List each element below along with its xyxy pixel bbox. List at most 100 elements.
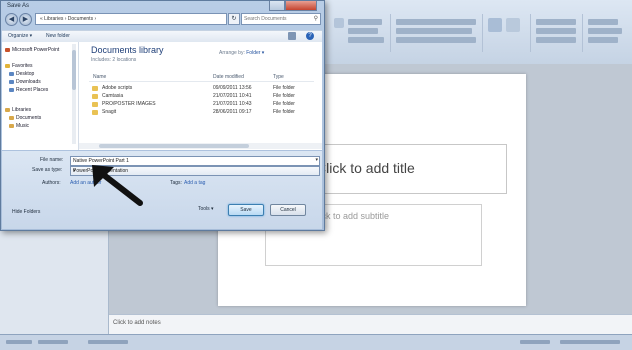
nav-item-recent-places[interactable]: Recent Places [9, 87, 48, 93]
nav-scroll-thumb[interactable] [72, 50, 76, 90]
authors-label: Authors: [42, 180, 61, 186]
font-row-1[interactable] [396, 19, 476, 25]
shape-effects-button[interactable] [536, 37, 576, 43]
file-name: Camtasia [102, 93, 124, 99]
notes-pane[interactable]: Click to add notes [109, 314, 632, 335]
address-row: ◀ ▶ « Libraries › Documents › ↻ ⚲ [5, 13, 321, 26]
file-date: 09/09/2011 13:56 [213, 85, 252, 91]
status-theme [38, 340, 68, 344]
save-as-dialog: Save As ◀ ▶ « Libraries › Documents › ↻ … [0, 0, 325, 231]
nav-item-powerpoint[interactable]: Microsoft PowerPoint [5, 47, 59, 53]
star-icon [5, 63, 10, 68]
file-row[interactable]: Snagit 28/06/2011 09:17 File folder [89, 109, 314, 116]
column-divider [89, 81, 314, 82]
file-date: 21/07/2011 10:43 [213, 101, 252, 107]
arrange-icon[interactable] [506, 18, 520, 32]
status-language [88, 340, 128, 344]
tools-button[interactable]: Tools ▾ [198, 206, 214, 212]
hide-folders-button[interactable]: Hide Folders [12, 209, 40, 215]
folder-icon [92, 110, 98, 115]
dialog-title: Save As [7, 3, 30, 9]
tags-label: Tags: [170, 180, 182, 186]
ribbon-group-layout [330, 14, 391, 52]
search-icon: ⚲ [313, 16, 318, 22]
chevron-down-icon[interactable]: ▾ [315, 157, 318, 163]
column-date-modified[interactable]: Date modified [213, 74, 244, 80]
file-date: 21/07/2011 10:41 [213, 93, 252, 99]
select-button[interactable] [588, 37, 618, 43]
file-pane: Documents library Includes: 2 locations … [79, 42, 322, 150]
cancel-button[interactable]: Cancel [270, 204, 306, 216]
arrange-by-value[interactable]: Folder ▾ [246, 50, 264, 56]
file-type: File folder [273, 109, 295, 115]
new-folder-button[interactable]: New folder [46, 33, 70, 39]
section-button[interactable] [348, 37, 384, 43]
views-icon[interactable] [288, 32, 296, 40]
nav-item-documents[interactable]: Documents [9, 115, 41, 121]
ribbon-group-drawing [484, 14, 531, 52]
tags-field[interactable]: Add a tag [184, 180, 205, 186]
forward-button[interactable]: ▶ [19, 13, 32, 26]
status-slide-count [6, 340, 32, 344]
ribbon-group-styles [532, 14, 583, 52]
shape-outline-button[interactable] [536, 28, 576, 34]
column-name[interactable]: Name [93, 74, 106, 80]
file-date: 28/06/2011 09:17 [213, 109, 252, 115]
folder-icon [92, 102, 98, 107]
font-row-2[interactable] [396, 28, 472, 34]
music-icon [9, 123, 14, 128]
save-as-type-label: Save as type: [32, 167, 63, 173]
search-box[interactable]: ⚲ [241, 13, 321, 25]
reset-button[interactable] [348, 28, 378, 34]
help-icon[interactable]: ? [306, 32, 314, 40]
nav-item-music[interactable]: Music [9, 123, 29, 129]
file-row[interactable]: Camtasia 21/07/2011 10:41 File folder [89, 93, 314, 100]
libraries-icon [5, 107, 10, 112]
title-placeholder-text: Click to add title [316, 160, 415, 176]
file-name: Snagit [102, 109, 117, 115]
nav-scrollbar[interactable] [72, 44, 76, 144]
save-button[interactable]: Save [228, 204, 264, 216]
library-subtitle[interactable]: Includes: 2 locations [91, 57, 136, 63]
refresh-icon[interactable]: ↻ [228, 13, 240, 25]
column-type[interactable]: Type [273, 74, 284, 80]
minimize-button[interactable] [269, 1, 285, 11]
horizontal-scroll-thumb[interactable] [99, 144, 249, 148]
window-controls [269, 1, 319, 11]
nav-item-desktop[interactable]: Desktop [9, 71, 34, 77]
shapes-icon[interactable] [488, 18, 502, 32]
documents-icon [9, 115, 14, 120]
file-type: File folder [273, 101, 295, 107]
file-row[interactable]: Adobe scripts 09/09/2011 13:56 File fold… [89, 85, 314, 92]
layout-button[interactable] [348, 19, 382, 25]
find-button[interactable] [588, 19, 618, 25]
font-row-3[interactable] [396, 37, 476, 43]
notes-placeholder-text: Click to add notes [113, 320, 161, 326]
address-text: « Libraries › Documents › [40, 16, 97, 22]
ribbon-group-font [392, 14, 483, 52]
nav-item-libraries[interactable]: Libraries [5, 107, 31, 113]
replace-button[interactable] [588, 28, 622, 34]
file-type: File folder [273, 85, 295, 91]
nav-item-favorites[interactable]: Favorites [5, 63, 33, 69]
horizontal-scrollbar[interactable] [79, 143, 322, 149]
file-row[interactable]: PRO/POSTER IMAGES 21/07/2011 10:43 File … [89, 101, 314, 108]
powerpoint-icon [5, 47, 10, 52]
ribbon-group-editing [584, 14, 630, 52]
layout-icon[interactable] [334, 18, 344, 28]
desktop-icon [9, 71, 14, 76]
close-button[interactable] [285, 1, 317, 11]
file-type: File folder [273, 93, 295, 99]
status-bar [0, 334, 632, 350]
navigation-pane: Microsoft PowerPoint Favorites Desktop D… [2, 42, 79, 150]
shape-fill-button[interactable] [536, 19, 576, 25]
folder-icon [92, 94, 98, 99]
address-bar[interactable]: « Libraries › Documents › [35, 13, 227, 25]
arrange-by[interactable]: Arrange by: Folder ▾ [219, 50, 264, 56]
zoom-slider[interactable] [560, 340, 620, 344]
organize-button[interactable]: Organize ▾ [8, 33, 32, 39]
view-buttons[interactable] [520, 340, 550, 344]
search-input[interactable] [244, 14, 308, 23]
nav-item-downloads[interactable]: Downloads [9, 79, 41, 85]
back-button[interactable]: ◀ [5, 13, 18, 26]
